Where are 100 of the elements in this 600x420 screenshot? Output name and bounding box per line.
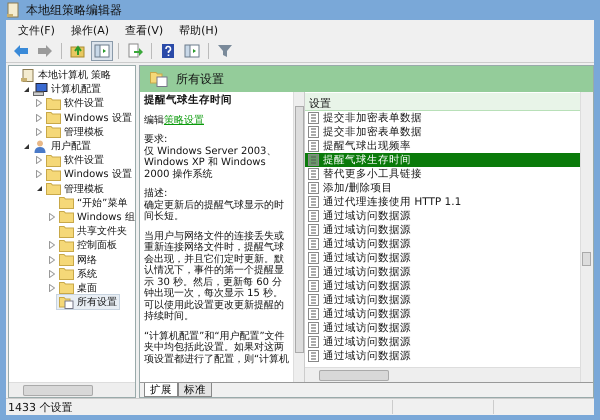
setting-icon — [308, 266, 319, 278]
collapse-arrow-icon[interactable] — [22, 86, 30, 93]
setting-row[interactable]: 添加/删除项目 — [305, 181, 580, 195]
tree-item[interactable]: 本地计算机 策略 — [17, 67, 114, 84]
tree-item[interactable]: 用户配置 — [30, 138, 94, 154]
vertical-scrollbar[interactable] — [293, 92, 304, 382]
menu-item[interactable]: 查看(V) — [119, 23, 170, 37]
setting-row[interactable]: 通过域访问数据源 — [305, 279, 580, 293]
setting-row[interactable]: 提醒气球出现频率 — [305, 139, 580, 153]
setting-icon — [308, 336, 319, 348]
folder-icon — [59, 210, 74, 224]
horizontal-scrollbar[interactable] — [305, 367, 580, 382]
folder-icon — [59, 224, 74, 238]
section-label: 描述: — [144, 188, 168, 200]
computer-icon — [33, 82, 48, 96]
tree-item[interactable]: 计算机配置 — [30, 81, 104, 98]
expand-arrow-icon[interactable] — [36, 156, 42, 164]
column-header[interactable]: 设置 — [305, 93, 580, 111]
policy-settings-link[interactable]: 策略设置 — [164, 114, 204, 126]
setting-icon — [308, 322, 319, 334]
tab[interactable]: 标准 — [178, 383, 212, 397]
setting-icon — [308, 196, 319, 208]
expand-arrow-icon[interactable] — [49, 284, 55, 292]
setting-icon — [308, 112, 319, 124]
settings-list-icon — [59, 296, 74, 309]
setting-row[interactable]: 提交非加密表单数据 — [305, 125, 580, 139]
tree-item[interactable]: 所有设置 — [56, 294, 120, 310]
edit-label: 编辑 — [144, 114, 164, 126]
folder-icon — [46, 96, 61, 110]
tree-item[interactable]: 系统 — [56, 266, 100, 282]
tree-item[interactable]: 桌面 — [56, 280, 100, 296]
setting-row[interactable]: 提醒气球生存时间 — [305, 153, 580, 167]
setting-row[interactable]: 通过域访问数据源 — [305, 237, 580, 251]
setting-icon — [308, 168, 319, 180]
app-icon — [6, 2, 20, 18]
setting-row[interactable]: 通过域访问数据源 — [305, 265, 580, 279]
setting-icon — [308, 308, 319, 320]
description-text: 确定更新后的提醒气球显示的时间长短。 — [144, 200, 285, 222]
setting-row[interactable]: 通过域访问数据源 — [305, 293, 580, 307]
folder-icon — [46, 182, 61, 196]
tab[interactable]: 扩展 — [144, 383, 178, 397]
folder-icon — [59, 253, 74, 266]
policy-icon — [20, 68, 35, 82]
tree-item[interactable]: Windows 设置 — [43, 166, 135, 182]
tree-item[interactable]: 软件设置 — [43, 152, 107, 168]
settings-list-icon — [150, 71, 168, 87]
tree-item[interactable]: 控制面板 — [56, 237, 120, 254]
expand-arrow-icon[interactable] — [36, 170, 42, 178]
setting-row[interactable]: 通过域访问数据源 — [305, 335, 580, 349]
window-title: 本地组策略编辑器 — [26, 2, 122, 18]
collapse-arrow-icon[interactable] — [36, 185, 42, 192]
folder-icon — [59, 196, 74, 210]
setting-row[interactable]: 替代更多小工具链接 — [305, 167, 580, 181]
folder-icon — [46, 168, 61, 181]
expand-arrow-icon[interactable] — [49, 241, 55, 250]
collapse-arrow-icon[interactable] — [22, 142, 30, 150]
setting-icon — [308, 294, 319, 306]
menu-item[interactable]: 文件(F) — [12, 23, 61, 37]
expand-arrow-icon[interactable] — [36, 114, 42, 122]
folder-icon — [46, 111, 61, 124]
setting-row[interactable]: 通过域访问数据源 — [305, 251, 580, 265]
expand-arrow-icon[interactable] — [36, 128, 42, 136]
vertical-scrollbar[interactable] — [580, 92, 593, 382]
setting-title: 提醒气球生存时间 — [144, 95, 233, 106]
setting-row[interactable]: 通过域访问数据源 — [305, 321, 580, 335]
setting-icon — [308, 350, 319, 362]
menu-item[interactable]: 操作(A) — [64, 23, 116, 37]
setting-row[interactable]: 通过域访问数据源 — [305, 349, 580, 363]
expand-arrow-icon[interactable] — [49, 270, 55, 278]
user-icon — [33, 140, 48, 153]
tree-item[interactable]: 软件设置 — [43, 95, 107, 112]
horizontal-scrollbar[interactable] — [9, 382, 135, 397]
section-label: 要求: — [144, 134, 168, 146]
tree-item[interactable]: Windows 设置 — [43, 110, 135, 126]
setting-icon — [308, 140, 319, 152]
tree-item[interactable]: 网络 — [56, 252, 100, 268]
setting-icon — [308, 280, 319, 292]
menu-item[interactable]: 帮助(H) — [173, 23, 224, 37]
setting-row[interactable]: 提交非加密表单数据 — [305, 111, 580, 125]
description-text: 仅 Windows Server 2003、Windows XP 和 Windows 2000 操作系统 — [144, 146, 278, 180]
tree-item[interactable]: 管理模板 — [43, 124, 107, 140]
expand-arrow-icon[interactable] — [49, 256, 55, 264]
setting-icon — [308, 154, 319, 166]
tree-item[interactable]: 管理模板 — [43, 180, 107, 197]
tree-item[interactable]: 共享文件夹 — [56, 223, 130, 240]
pane-button[interactable] — [91, 41, 113, 61]
setting-icon — [308, 252, 319, 264]
description-text: “计算机配置”和“用户配置”文件夹中均包括此设置。如果对这两项设置都进行了配置，则“计算机 — [144, 330, 290, 365]
setting-row[interactable]: 通过域访问数据源 — [305, 223, 580, 237]
header-title: 所有设置 — [176, 70, 224, 88]
folder-icon — [59, 238, 74, 252]
tree-item[interactable]: Windows 组 — [56, 208, 135, 225]
expand-arrow-icon[interactable] — [49, 212, 55, 221]
setting-row[interactable]: 通过域访问数据源 — [305, 209, 580, 223]
setting-icon — [308, 126, 319, 138]
expand-arrow-icon[interactable] — [36, 99, 42, 108]
folder-icon — [46, 154, 61, 167]
setting-row[interactable]: 通过代理连接使用 HTTP 1.1 — [305, 195, 580, 209]
tree-item[interactable]: “开始”菜单 — [56, 194, 130, 211]
setting-row[interactable]: 通过域访问数据源 — [305, 307, 580, 321]
